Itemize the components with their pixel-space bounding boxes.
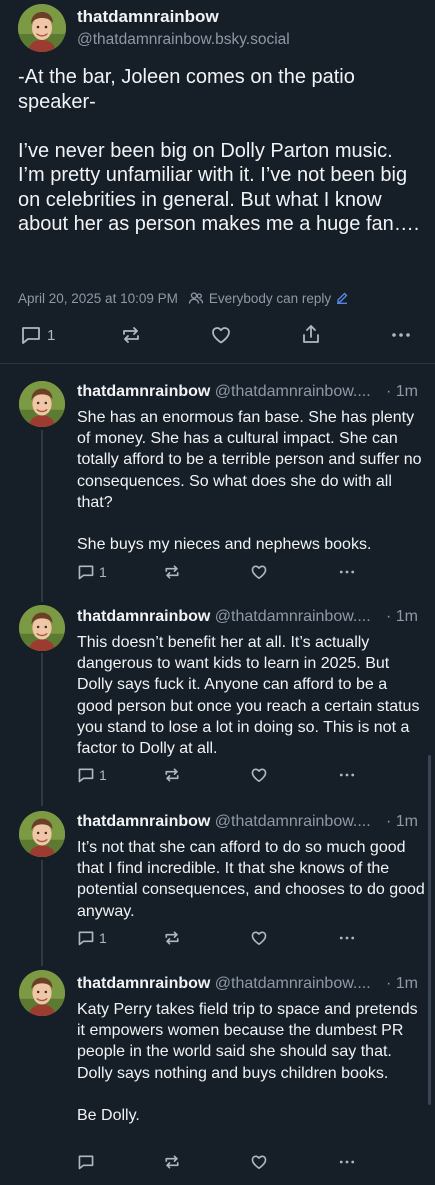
repost-icon — [163, 1153, 181, 1171]
more-icon — [390, 324, 412, 346]
reply-time: · 1m — [386, 975, 418, 992]
thread-line — [41, 430, 43, 602]
more-button[interactable] — [337, 1153, 357, 1171]
author-handle[interactable]: @thatdamnrainbow.... — [215, 608, 371, 625]
reply-button[interactable]: 1 — [77, 563, 107, 581]
reply-count: 1 — [99, 930, 107, 946]
more-icon — [337, 563, 357, 581]
author-handle[interactable]: @thatdamnrainbow.bsky.social — [77, 31, 290, 49]
like-icon — [250, 766, 268, 784]
repost-button[interactable] — [163, 766, 181, 784]
reply-button[interactable]: 1 — [77, 929, 107, 947]
repost-icon — [120, 324, 142, 346]
author-name[interactable]: thatdamnrainbow — [77, 383, 210, 400]
scrollbar[interactable] — [428, 755, 431, 1105]
more-icon — [337, 1153, 357, 1171]
reply-text: Katy Perry takes field trip to space and… — [77, 1001, 418, 1125]
repost-icon — [163, 766, 181, 784]
author-handle[interactable]: @thatdamnrainbow.... — [215, 975, 371, 992]
author-handle[interactable]: @thatdamnrainbow.... — [215, 383, 371, 400]
reply-button[interactable]: 1 — [77, 766, 107, 784]
thread-view: thatdamnrainbow @thatdamnrainbow.bsky.so… — [0, 0, 435, 1185]
reply-header: thatdamnrainbow @thatdamnrainbow.... · 1… — [77, 975, 419, 993]
reply-text: It’s not that she can afford to do so mu… — [77, 839, 425, 920]
repost-icon — [163, 563, 181, 581]
thread-line — [41, 653, 43, 806]
like-button[interactable] — [250, 563, 268, 581]
more-icon — [337, 766, 357, 784]
author-name[interactable]: thatdamnrainbow — [77, 975, 210, 992]
more-button[interactable] — [337, 563, 357, 581]
reply-text: She has an enormous fan base. She has pl… — [77, 409, 422, 554]
like-button[interactable] — [250, 766, 268, 784]
more-button[interactable] — [337, 766, 357, 784]
author-name[interactable]: thatdamnrainbow — [77, 813, 210, 830]
reply-header: thatdamnrainbow @thatdamnrainbow.... · 1… — [77, 383, 419, 401]
author-name[interactable]: thatdamnrainbow — [77, 608, 210, 625]
reply-header: thatdamnrainbow @thatdamnrainbow.... · 1… — [77, 608, 419, 626]
like-button[interactable] — [210, 324, 232, 346]
repost-icon — [163, 929, 181, 947]
reply-text: This doesn’t benefit her at all. It’s ac… — [77, 634, 424, 758]
avatar[interactable] — [19, 811, 65, 857]
like-icon — [210, 324, 232, 346]
thread-line — [41, 860, 43, 966]
reply-count: 1 — [99, 564, 107, 580]
reply-button[interactable] — [77, 1153, 95, 1171]
avatar[interactable] — [19, 605, 65, 651]
repost-button[interactable] — [120, 324, 142, 346]
reply-icon — [20, 324, 42, 346]
people-icon — [188, 290, 204, 306]
reply-time: · 1m — [386, 608, 418, 625]
post-text: -At the bar, Joleen comes on the patio s… — [18, 66, 420, 235]
post-actions: 1 — [0, 320, 435, 350]
like-icon — [250, 1153, 268, 1171]
more-icon — [337, 929, 357, 947]
more-button[interactable] — [337, 929, 357, 947]
avatar[interactable] — [19, 970, 65, 1016]
reply-count: 1 — [47, 326, 56, 344]
author-handle[interactable]: @thatdamnrainbow.... — [215, 813, 371, 830]
reply-icon — [77, 1153, 95, 1171]
avatar[interactable] — [18, 4, 66, 52]
reply-count: 1 — [99, 767, 107, 783]
reply-header: thatdamnrainbow @thatdamnrainbow.... · 1… — [77, 813, 419, 831]
reply-icon — [77, 563, 95, 581]
repost-button[interactable] — [163, 563, 181, 581]
reply-time: · 1m — [386, 813, 418, 830]
avatar[interactable] — [19, 381, 65, 427]
repost-button[interactable] — [163, 929, 181, 947]
like-button[interactable] — [250, 929, 268, 947]
pencil-icon[interactable] — [336, 292, 348, 304]
like-button[interactable] — [250, 1153, 268, 1171]
reply-icon — [77, 766, 95, 784]
reply-button[interactable]: 1 — [20, 324, 55, 346]
share-button[interactable] — [300, 323, 322, 345]
divider — [0, 363, 435, 364]
share-icon — [300, 323, 322, 345]
more-button[interactable] — [390, 324, 412, 346]
repost-button[interactable] — [163, 1153, 181, 1171]
reply-time: · 1m — [386, 383, 418, 400]
author-name[interactable]: thatdamnrainbow — [77, 7, 219, 27]
post-timestamp: April 20, 2025 at 10:09 PM — [18, 290, 178, 306]
like-icon — [250, 563, 268, 581]
reply-icon — [77, 929, 95, 947]
like-icon — [250, 929, 268, 947]
reply-setting[interactable]: Everybody can reply — [209, 291, 331, 306]
post-meta: April 20, 2025 at 10:09 PM Everybody can… — [18, 290, 348, 306]
